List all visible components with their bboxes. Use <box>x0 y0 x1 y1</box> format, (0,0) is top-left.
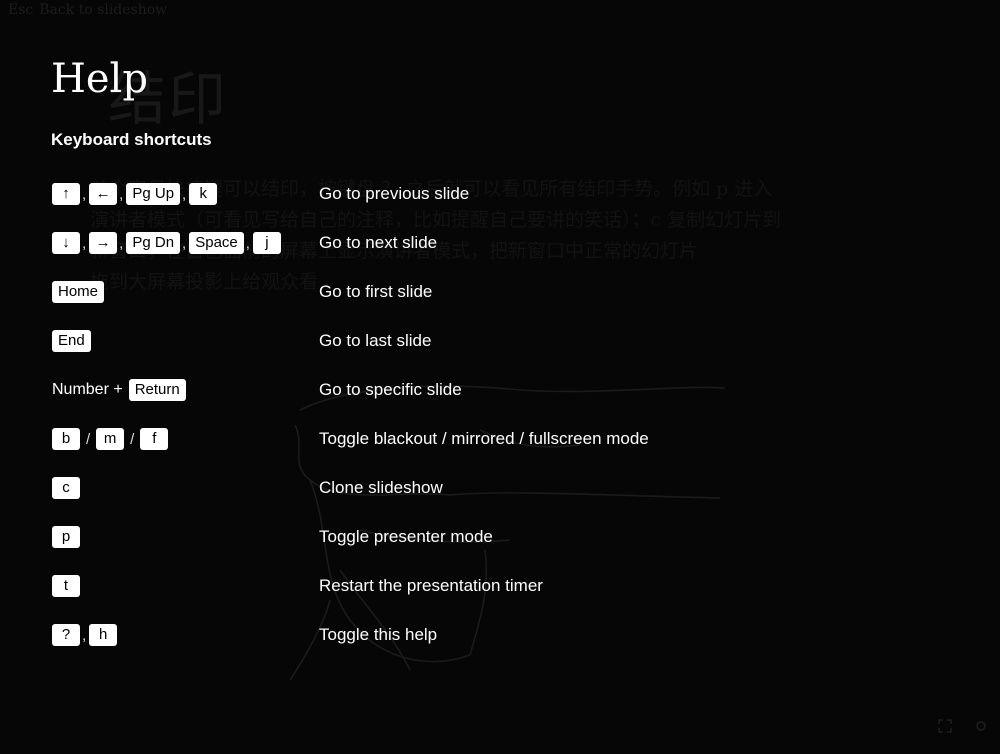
key-separator: , <box>82 234 87 252</box>
key-arrow-down: ↓ <box>52 232 80 254</box>
key-page-down: Pg Dn <box>126 232 181 254</box>
shortcut-description: Go to specific slide <box>319 380 462 399</box>
key-separator: , <box>245 234 250 252</box>
key-arrow-up: ↑ <box>52 183 80 205</box>
number-prefix: Number + <box>52 381 123 398</box>
shortcut-row-next-slide: ↓ , → , Pg Dn , Space , j Go to next sli… <box>52 230 952 256</box>
back-link-label: Back to slideshow <box>39 2 168 18</box>
shortcut-row-last-slide: End Go to last slide <box>52 328 952 354</box>
key-k: k <box>189 183 218 205</box>
key-arrow-left: ← <box>89 183 118 205</box>
shortcut-description: Go to next slide <box>319 233 438 252</box>
shortcut-description: Go to first slide <box>319 282 433 301</box>
back-to-slideshow-link[interactable]: Esc Back to slideshow <box>8 2 167 18</box>
key-j: j <box>252 232 281 254</box>
shortcut-description: Go to last slide <box>319 331 432 350</box>
key-t: t <box>52 575 80 597</box>
shortcut-description: Toggle this help <box>319 625 438 644</box>
shortcut-description: Clone slideshow <box>319 478 443 497</box>
shortcut-description: Toggle presenter mode <box>319 527 493 546</box>
shortcut-row-presenter-mode: p Toggle presenter mode <box>52 524 952 550</box>
shortcut-keys: Home <box>52 279 105 305</box>
key-separator: / <box>86 430 91 448</box>
key-p: p <box>52 526 80 548</box>
key-h: h <box>89 624 118 646</box>
key-f: f <box>140 428 169 450</box>
shortcut-keys: p <box>52 524 80 550</box>
key-separator: / <box>130 430 135 448</box>
key-m: m <box>96 428 125 450</box>
shortcut-keys: c <box>52 475 80 501</box>
shortcut-row-clone-slideshow: c Clone slideshow <box>52 475 952 501</box>
fullscreen-icon[interactable] <box>938 719 952 736</box>
shortcut-row-first-slide: Home Go to first slide <box>52 279 952 305</box>
shortcut-keys: ? , h <box>52 622 118 648</box>
key-end: End <box>52 330 91 352</box>
esc-key-label: Esc <box>8 2 34 18</box>
key-separator: , <box>82 626 87 644</box>
key-separator: , <box>119 234 124 252</box>
help-title: Help <box>51 56 148 102</box>
help-overlay: Esc Back to slideshow 结印 单个字母快捷键可以结印，按键盘 … <box>0 0 1000 754</box>
corner-controls <box>938 719 988 736</box>
shortcut-keys: b / m / f <box>52 426 169 452</box>
slide-text-line: 演讲者模式（可看见写给自己的注释，比如提醒自己要讲的笑话）；c 复制幻灯片到 <box>90 209 782 231</box>
key-separator: , <box>182 185 187 203</box>
key-c: c <box>52 477 80 499</box>
key-separator: , <box>119 185 124 203</box>
shortcut-description: Toggle blackout / mirrored / fullscreen … <box>319 429 649 448</box>
shortcut-row-restart-timer: t Restart the presentation timer <box>52 573 952 599</box>
key-arrow-right: → <box>89 232 118 254</box>
key-page-up: Pg Up <box>126 183 181 205</box>
key-separator: , <box>182 234 187 252</box>
shortcut-description: Go to previous slide <box>319 184 470 203</box>
key-separator: , <box>82 185 87 203</box>
shortcut-row-toggle-modes: b / m / f Toggle blackout / mirrored / f… <box>52 426 952 452</box>
key-home: Home <box>52 281 105 303</box>
shortcut-keys: End <box>52 328 91 354</box>
shortcut-keys: ↓ , → , Pg Dn , Space , j <box>52 230 281 256</box>
shortcut-description: Restart the presentation timer <box>319 576 543 595</box>
key-return: Return <box>128 379 186 401</box>
shortcut-keys: t <box>52 573 80 599</box>
key-space: Space <box>189 232 244 254</box>
key-b: b <box>52 428 80 450</box>
shortcut-row-toggle-help: ? , h Toggle this help <box>52 622 952 648</box>
shortcut-keys: Number + Return <box>52 377 186 403</box>
settings-icon[interactable] <box>974 719 988 736</box>
key-question-mark: ? <box>52 624 80 646</box>
keyboard-shortcuts-heading: Keyboard shortcuts <box>51 130 212 149</box>
shortcut-row-specific-slide: Number + Return Go to specific slide <box>52 377 952 403</box>
shortcut-keys: ↑ , ← , Pg Up , k <box>52 181 218 207</box>
shortcut-row-previous-slide: ↑ , ← , Pg Up , k Go to previous slide <box>52 181 952 207</box>
